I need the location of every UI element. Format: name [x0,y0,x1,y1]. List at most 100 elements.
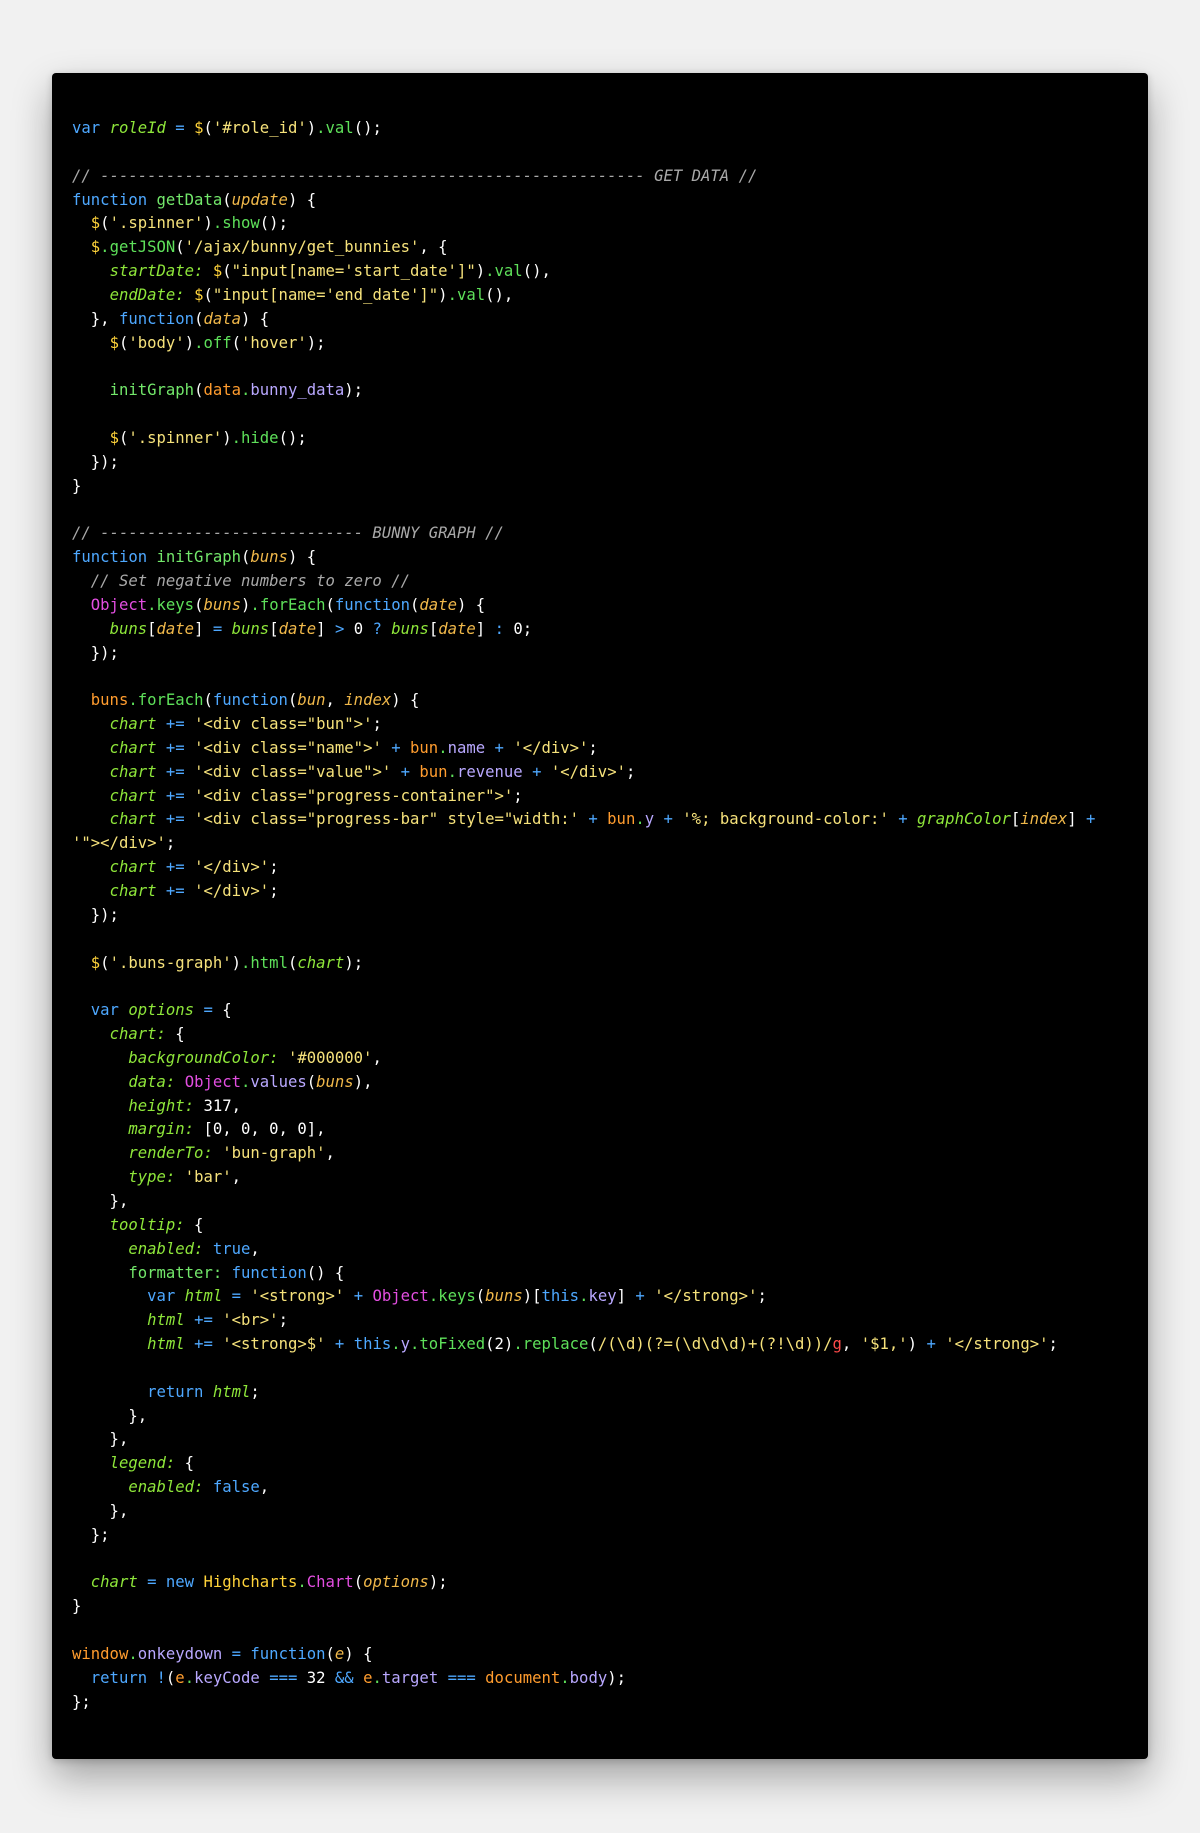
code-token: html [147,1311,185,1330]
code-token: '<div class="bun">' [194,715,373,734]
code-token: (); [353,119,382,137]
code-token: = [212,619,223,638]
code-token: chart: [109,1025,166,1044]
code-line: buns[date] = buns[date] > 0 ? buns[date]… [72,618,1136,642]
code-token: 'body' [128,333,185,352]
code-token: date [438,619,476,638]
code-line: return !(e.keyCode === 32 && e.target ==… [72,1667,1136,1691]
code-line: backgroundColor: '#000000', [72,1047,1136,1071]
code-token: chart [109,810,157,829]
code-token: . [100,238,110,257]
code-token: margin: [128,1120,195,1139]
code-token: += [165,882,185,900]
code-token: ( [118,333,129,352]
code-block[interactable]: var roleId = $('#role_id').val(); // ---… [72,117,1136,1715]
code-token: (); [259,214,288,233]
code-token: ); [344,381,364,400]
code-token: '#role_id' [212,119,307,137]
code-token: . [316,119,326,137]
code-token: html [147,1335,185,1354]
code-token: . [241,1072,251,1091]
code-token: ), [353,1072,373,1091]
code-token: buns [231,619,270,638]
code-token: += [194,1335,213,1354]
code-token: "input[name='end_date']" [212,285,439,304]
code-token: }, [72,1430,129,1449]
code-token: var [72,119,101,137]
code-token: chart [109,715,157,734]
code-token: + [391,738,401,757]
code-token: '</strong>' [654,1287,758,1306]
code-token: '<strong>$' [222,1335,326,1354]
code-token: . [410,1335,420,1354]
code-token: ( [222,262,232,281]
code-token: '.spinner' [128,428,223,447]
code-line: chart += '<div class="progress-bar" styl… [72,808,1136,832]
code-token: . [212,214,223,233]
code-token: date [156,619,195,638]
code-token: > [334,619,345,638]
code-token: + [926,1335,936,1354]
code-token: chart [109,858,157,877]
code-token: = [175,119,185,137]
code-token: this [353,1335,392,1354]
code-token: bun [419,762,448,781]
code-token: }, [72,1406,148,1425]
code-token: $ [90,953,101,972]
code-token: . [297,1573,307,1592]
code-token: endDate: [109,285,185,304]
code-token: keyCode [194,1668,260,1687]
code-token: . [184,1668,195,1687]
code-line: function getData(update) { [72,189,1136,213]
code-token: bun [607,810,636,829]
code-token: true [212,1239,251,1258]
code-token: + [898,810,908,829]
code-token: += [165,715,185,734]
code-line: }); [72,642,1136,666]
code-token: ); [344,953,364,972]
code-token: '</div>' [550,762,626,781]
code-token: ) { [287,190,317,209]
code-window: var roleId = $('#role_id').val(); // ---… [52,73,1148,1759]
code-token: '.buns-graph' [109,953,232,972]
code-token: name [447,738,486,757]
code-token: data [203,309,242,328]
code-token: function [334,595,411,614]
code-token: document [485,1668,561,1687]
code-token: ; [588,738,598,757]
code-token: renderTo: [128,1144,213,1163]
code-token: bunny_data [250,381,345,400]
code-token: ( [241,548,251,567]
code-token: keys [438,1287,476,1306]
code-token: '.spinner' [109,214,204,233]
code-token: = [231,1287,242,1306]
code-line: renderTo: 'bun-graph', [72,1142,1136,1166]
code-token: ] [1067,810,1087,829]
